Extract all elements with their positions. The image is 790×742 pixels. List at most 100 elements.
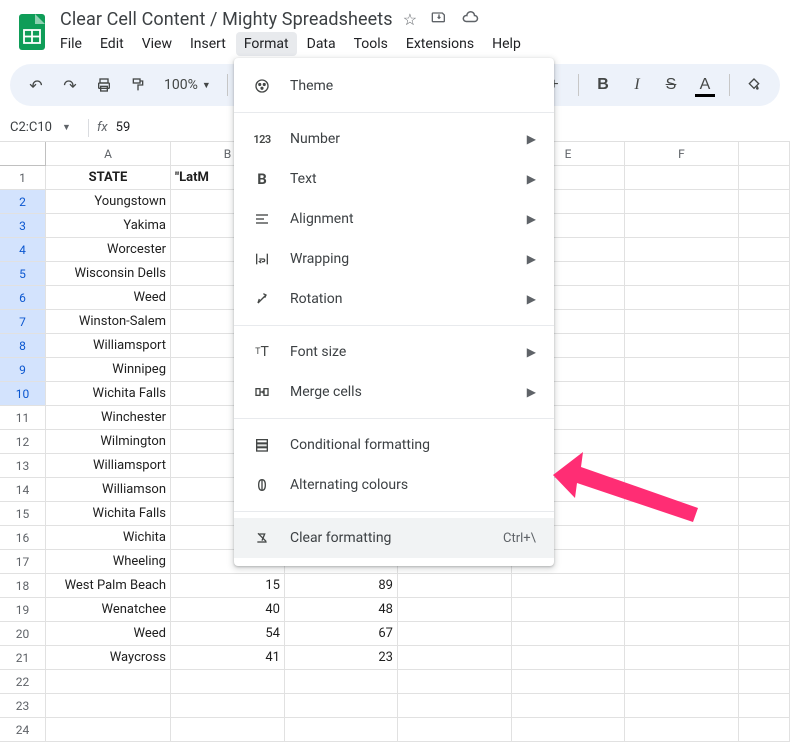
cell[interactable] (739, 190, 790, 214)
cell[interactable] (625, 190, 739, 214)
row-header[interactable]: 10 (0, 382, 46, 406)
cell[interactable] (398, 670, 512, 694)
cell[interactable] (512, 646, 625, 670)
row-header[interactable]: 8 (0, 334, 46, 358)
column-header[interactable] (739, 142, 790, 166)
row-header[interactable]: 16 (0, 526, 46, 550)
strikethrough-button[interactable]: S (657, 71, 685, 99)
cell[interactable] (625, 622, 739, 646)
cell[interactable] (625, 406, 739, 430)
row-header[interactable]: 6 (0, 286, 46, 310)
select-all-corner[interactable] (0, 142, 46, 166)
cell[interactable] (739, 262, 790, 286)
cell[interactable] (625, 550, 739, 574)
cell[interactable]: Winston-Salem (46, 310, 171, 334)
cell[interactable] (398, 598, 512, 622)
cell[interactable] (625, 598, 739, 622)
cell[interactable]: STATE (46, 166, 171, 190)
cell[interactable] (285, 670, 398, 694)
menubar-item-data[interactable]: Data (299, 32, 344, 56)
cell[interactable]: West Palm Beach (46, 574, 171, 598)
cell[interactable] (625, 358, 739, 382)
row-header[interactable]: 9 (0, 358, 46, 382)
cell[interactable] (46, 670, 171, 694)
cell[interactable]: 54 (171, 622, 285, 646)
row-header[interactable]: 15 (0, 502, 46, 526)
cell[interactable]: 41 (171, 646, 285, 670)
row-header[interactable]: 4 (0, 238, 46, 262)
cell[interactable] (625, 310, 739, 334)
menu-item-font-size[interactable]: TTFont size▶ (234, 332, 554, 372)
row-header[interactable]: 7 (0, 310, 46, 334)
row-header[interactable]: 14 (0, 478, 46, 502)
cell[interactable] (512, 670, 625, 694)
cell[interactable]: Williamson (46, 478, 171, 502)
cell[interactable] (171, 718, 285, 742)
menubar-item-format[interactable]: Format (236, 32, 297, 56)
cell[interactable]: Wheeling (46, 550, 171, 574)
row-header[interactable]: 18 (0, 574, 46, 598)
cell[interactable]: Weed (46, 622, 171, 646)
cell[interactable] (285, 694, 398, 718)
menubar-item-help[interactable]: Help (484, 32, 529, 56)
sheets-logo-icon[interactable] (18, 14, 46, 50)
cell[interactable] (739, 502, 790, 526)
column-header[interactable]: A (46, 142, 171, 166)
cell[interactable] (625, 334, 739, 358)
menubar-item-tools[interactable]: Tools (346, 32, 396, 56)
cell[interactable] (739, 694, 790, 718)
cell[interactable] (398, 574, 512, 598)
cell[interactable]: Worcester (46, 238, 171, 262)
cell[interactable] (512, 598, 625, 622)
menubar-item-extensions[interactable]: Extensions (398, 32, 482, 56)
menu-item-theme[interactable]: Theme (234, 66, 554, 106)
cell[interactable]: Winnipeg (46, 358, 171, 382)
menu-item-alternating-colours[interactable]: Alternating colours (234, 465, 554, 505)
cell[interactable] (739, 622, 790, 646)
row-header[interactable]: 24 (0, 718, 46, 742)
cell[interactable]: Wichita (46, 526, 171, 550)
cell[interactable] (739, 454, 790, 478)
row-header[interactable]: 12 (0, 430, 46, 454)
row-header[interactable]: 5 (0, 262, 46, 286)
cell[interactable] (625, 718, 739, 742)
cell[interactable] (625, 670, 739, 694)
cell[interactable] (46, 694, 171, 718)
cell[interactable] (739, 718, 790, 742)
cell[interactable]: Williamsport (46, 334, 171, 358)
cell[interactable] (625, 694, 739, 718)
cell[interactable] (625, 526, 739, 550)
cell[interactable] (625, 454, 739, 478)
cell[interactable] (512, 622, 625, 646)
cell[interactable] (625, 478, 739, 502)
cell[interactable] (739, 286, 790, 310)
cell[interactable] (625, 646, 739, 670)
cell[interactable] (739, 430, 790, 454)
row-header[interactable]: 22 (0, 670, 46, 694)
menu-item-clear-formatting[interactable]: Clear formattingCtrl+\ (234, 518, 554, 558)
cell[interactable] (171, 670, 285, 694)
cell[interactable] (625, 382, 739, 406)
cell[interactable]: Wichita Falls (46, 502, 171, 526)
italic-button[interactable]: I (623, 71, 651, 99)
cell[interactable] (739, 670, 790, 694)
redo-button[interactable]: ↷ (56, 71, 84, 99)
cell[interactable] (739, 598, 790, 622)
cell[interactable] (739, 406, 790, 430)
cell[interactable] (625, 238, 739, 262)
cell[interactable] (512, 694, 625, 718)
cell[interactable]: Wichita Falls (46, 382, 171, 406)
cell[interactable] (625, 574, 739, 598)
cell[interactable] (739, 478, 790, 502)
cell[interactable]: Wisconsin Dells (46, 262, 171, 286)
text-color-button[interactable]: A (691, 71, 719, 99)
cell[interactable] (739, 646, 790, 670)
cell[interactable] (398, 646, 512, 670)
cell[interactable]: Youngstown (46, 190, 171, 214)
row-header[interactable]: 11 (0, 406, 46, 430)
row-header[interactable]: 23 (0, 694, 46, 718)
menu-item-alignment[interactable]: Alignment▶ (234, 199, 554, 239)
star-icon[interactable]: ☆ (403, 10, 417, 29)
cell[interactable] (739, 574, 790, 598)
row-header[interactable]: 19 (0, 598, 46, 622)
